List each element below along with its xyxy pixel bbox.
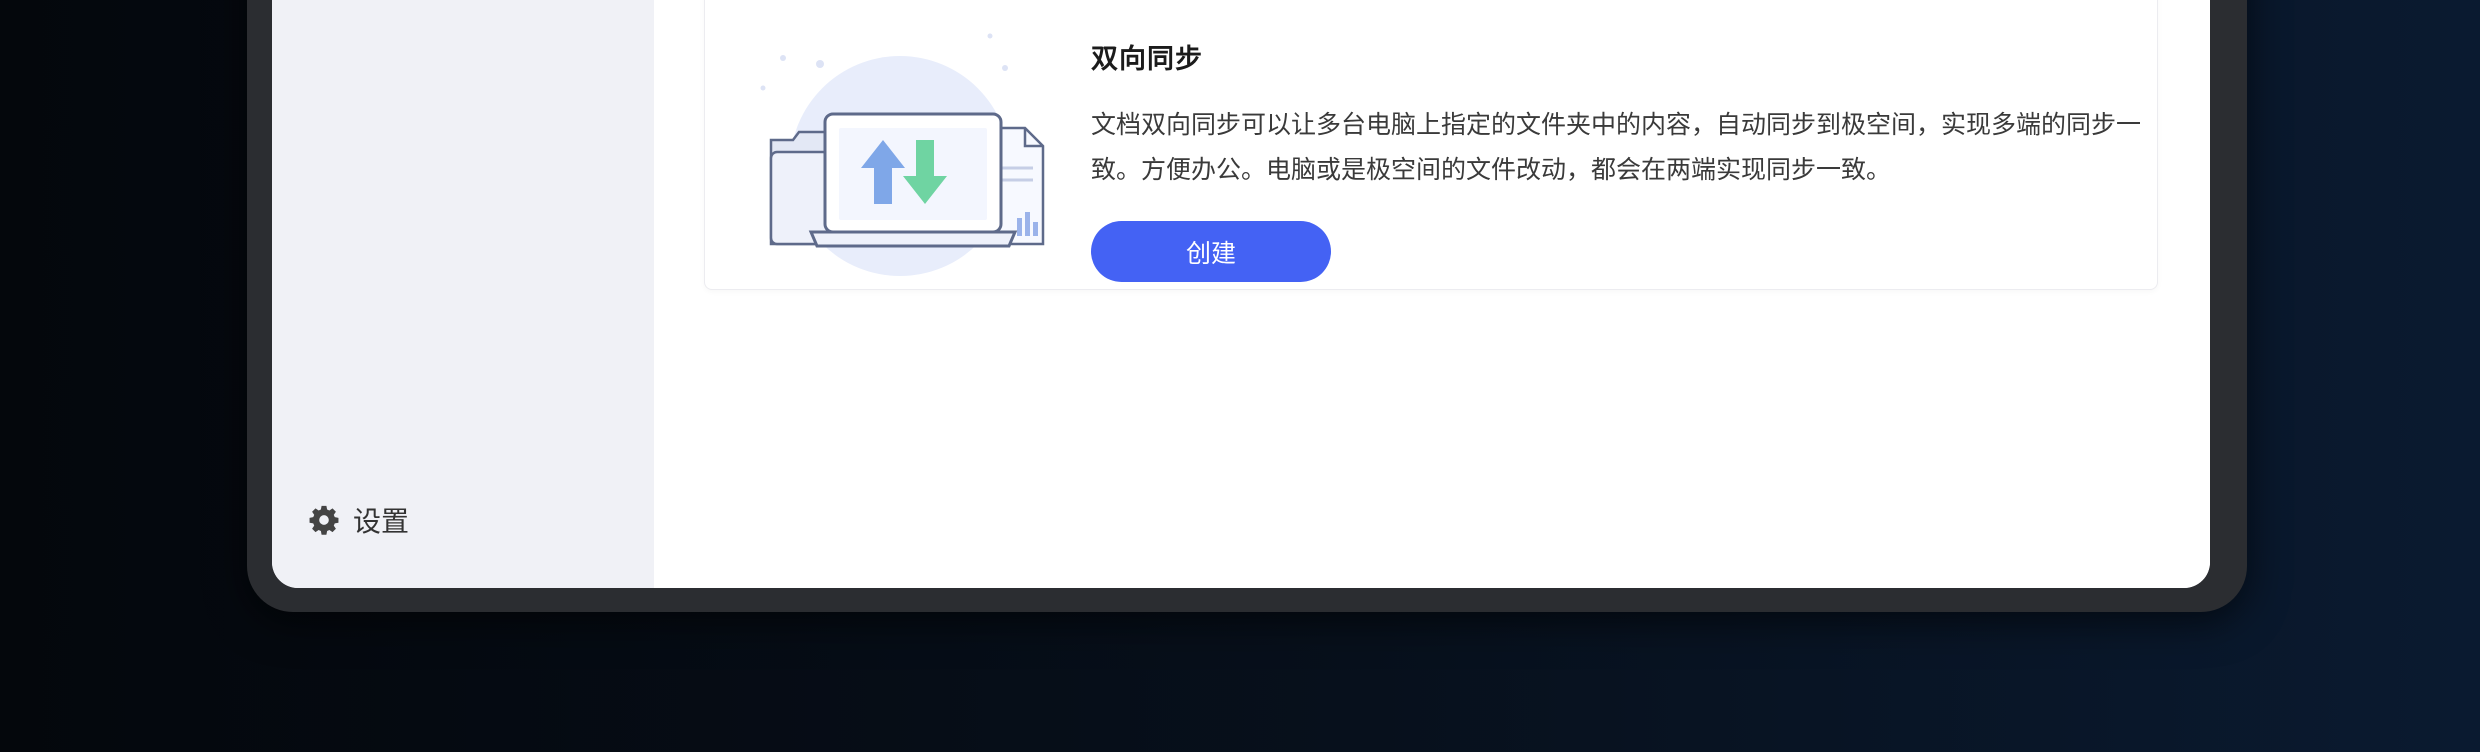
laptop-sync-illustration [755, 28, 1055, 278]
settings-label: 设置 [353, 505, 410, 538]
main-content: 双向同步 文档双向同步可以让多台电脑上指定的文件夹中的内容，自动同步到极空间，实… [654, 0, 2210, 588]
card-description: 文档双向同步可以让多台电脑上指定的文件夹中的内容，自动同步到极空间，实现多端的同… [1091, 110, 2142, 184]
sidebar: 设置 [272, 0, 654, 588]
device-frame: 设置 双向同步 文档双向同步可以让多台电脑上指定的文件夹中的内容，自动同步到极空… [247, 0, 2247, 612]
sync-card: 双向同步 文档双向同步可以让多台电脑上指定的文件夹中的内容，自动同步到极空间，实… [704, 0, 2158, 290]
create-button[interactable]: 创建 [1091, 221, 1331, 282]
app-window: 设置 双向同步 文档双向同步可以让多台电脑上指定的文件夹中的内容，自动同步到极空… [272, 0, 2210, 588]
sidebar-item-settings[interactable]: 设置 [307, 500, 409, 540]
card-title: 双向同步 [1091, 44, 1203, 75]
gear-icon [307, 503, 341, 537]
